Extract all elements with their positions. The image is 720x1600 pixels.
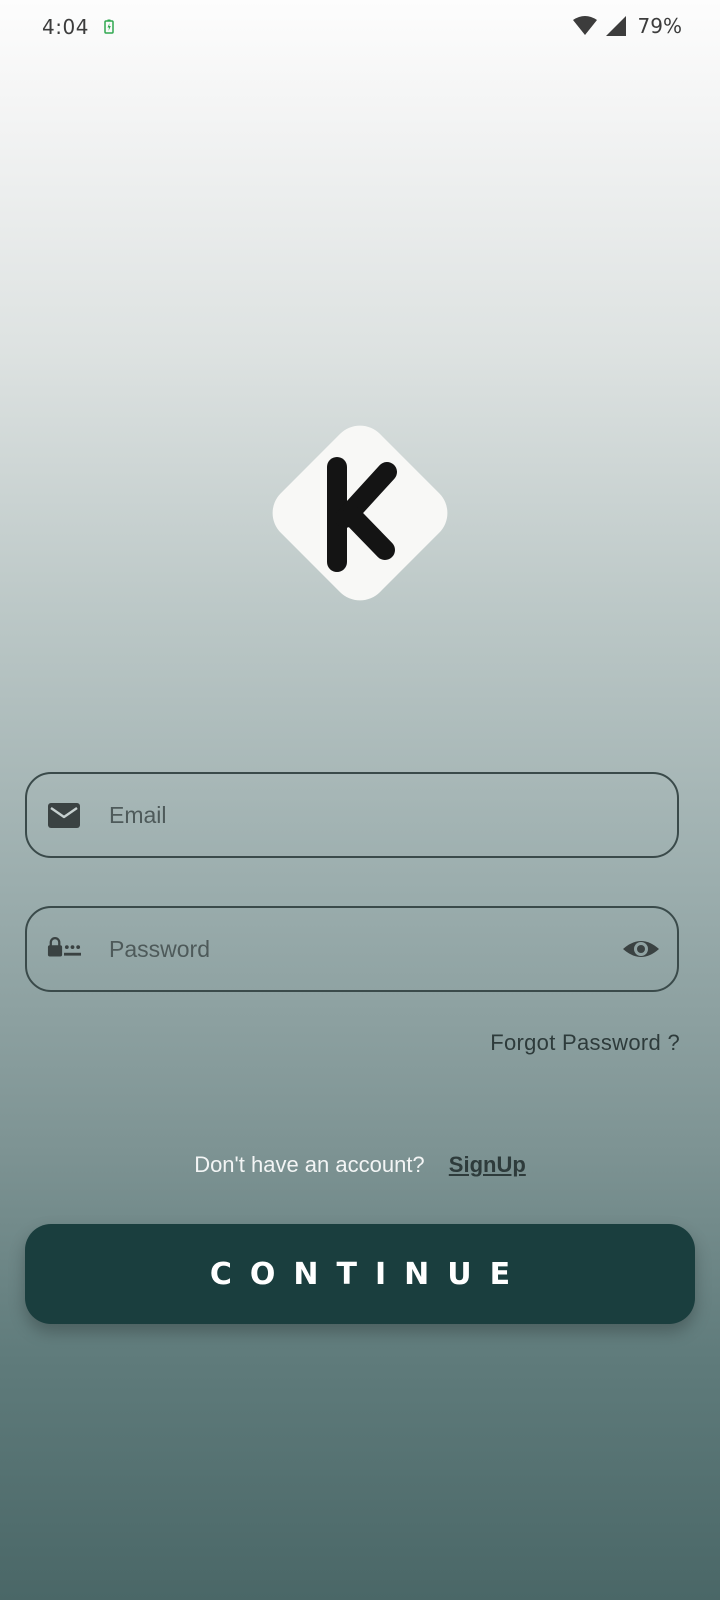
signup-link[interactable]: SignUp <box>449 1152 526 1177</box>
signal-icon <box>605 16 626 36</box>
continue-button[interactable]: CONTINUE <box>25 1224 695 1324</box>
password-field[interactable] <box>25 906 679 992</box>
password-icon <box>47 937 81 957</box>
mail-icon <box>48 803 80 828</box>
battery-charging-icon <box>104 19 114 34</box>
email-input[interactable] <box>109 774 607 856</box>
password-input[interactable] <box>109 908 607 990</box>
signup-row: Don't have an account? SignUp <box>0 1152 720 1178</box>
signup-prompt: Don't have an account? <box>194 1152 425 1177</box>
wifi-icon <box>572 16 597 35</box>
k-logo-icon <box>272 425 448 601</box>
status-icons: 79% <box>572 14 682 38</box>
eye-icon[interactable] <box>621 929 661 969</box>
status-bar: 4:04 79% <box>0 0 720 54</box>
forgot-password-link[interactable]: Forgot Password ? <box>490 1030 680 1056</box>
email-field[interactable] <box>25 772 679 858</box>
app-logo <box>257 410 463 616</box>
status-time: 4:04 <box>42 15 89 39</box>
battery-percentage: 79% <box>637 14 682 38</box>
